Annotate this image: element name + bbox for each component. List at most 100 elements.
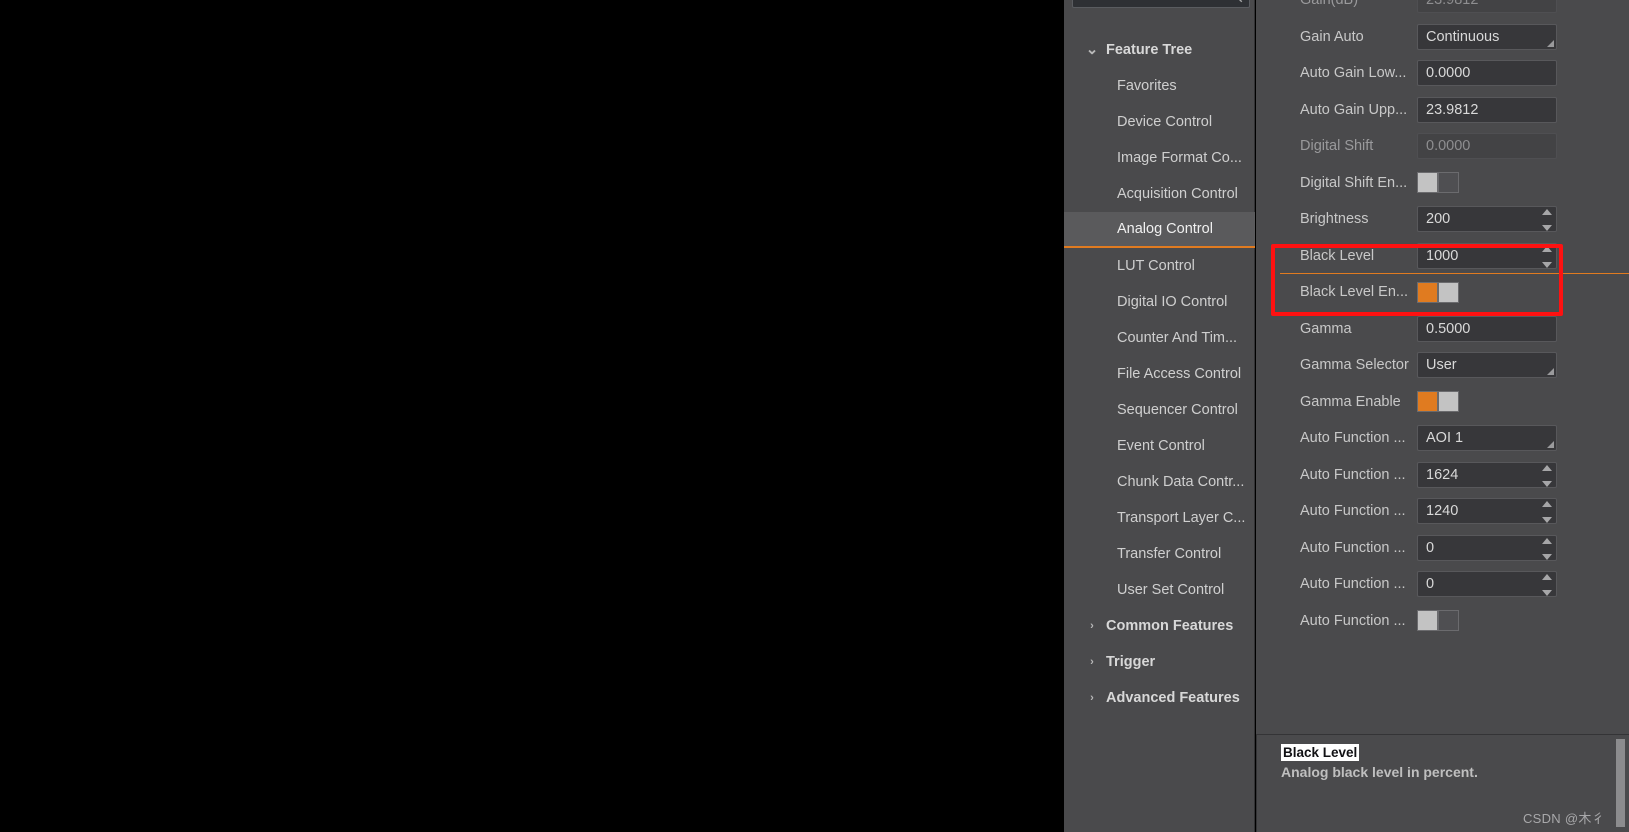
toggle-left-half[interactable] <box>1417 610 1438 632</box>
spinner-buttons[interactable] <box>1541 537 1553 560</box>
feature-search-input[interactable] <box>1072 0 1250 8</box>
sidebar-item-device-control[interactable]: Device Control <box>1064 104 1255 140</box>
spinner-down-icon[interactable] <box>1542 590 1552 597</box>
property-toggle[interactable] <box>1417 391 1459 413</box>
toggle-right-half[interactable] <box>1438 610 1459 632</box>
property-label: Auto Gain Low... <box>1300 65 1407 82</box>
spinner-up-icon[interactable] <box>1542 574 1552 581</box>
spinner-down-icon[interactable] <box>1542 480 1552 487</box>
toggle-right-half[interactable] <box>1438 281 1459 303</box>
toggle-left-half[interactable] <box>1417 172 1438 194</box>
property-label: Gamma <box>1300 320 1352 337</box>
property-dropdown[interactable]: User <box>1417 352 1557 379</box>
toggle-right-half[interactable] <box>1438 172 1459 194</box>
spinner-down-icon[interactable] <box>1542 517 1552 524</box>
spinner-up-icon[interactable] <box>1542 245 1552 252</box>
sidebar-item-label: File Access Control <box>1117 366 1242 382</box>
spinner-down-icon[interactable] <box>1542 225 1552 232</box>
description-scrollbar[interactable] <box>1616 739 1625 827</box>
description-title: Black Level <box>1281 744 1360 761</box>
spinner-down-icon[interactable] <box>1542 261 1552 268</box>
sidebar-item-label: User Set Control <box>1117 582 1225 598</box>
property-input[interactable]: 0.0000 <box>1417 60 1557 87</box>
property-row: Brightness 200 <box>1256 201 1629 238</box>
property-dropdown[interactable]: AOI 1 <box>1417 425 1557 452</box>
sidebar-item-counter-and-tim[interactable]: Counter And Tim... <box>1064 320 1255 356</box>
toggle-right-half[interactable] <box>1438 391 1459 413</box>
tree-group-feature-tree[interactable]: ⌄ Feature Tree <box>1064 32 1255 68</box>
property-input[interactable]: 23.9812 <box>1417 96 1557 123</box>
property-label: Gamma Selector <box>1300 357 1409 374</box>
property-label: Digital Shift En... <box>1300 174 1408 191</box>
description-scrollbar-thumb[interactable] <box>1616 739 1625 827</box>
property-input[interactable]: 0.5000 <box>1417 315 1557 342</box>
property-input[interactable]: 0 <box>1417 571 1557 598</box>
sidebar-item-sequencer-control[interactable]: Sequencer Control <box>1064 392 1255 428</box>
sidebar-item-event-control[interactable]: Event Control <box>1064 428 1255 464</box>
chevron-down-icon: ⌄ <box>1085 41 1099 58</box>
property-row: Gain Auto Continuous <box>1256 19 1629 56</box>
feature-tree-list: ⌄ Feature Tree Favorites Device Control Imag… <box>1064 32 1255 716</box>
sidebar-item-chunk-data-contr[interactable]: Chunk Data Contr... <box>1064 464 1255 500</box>
property-input[interactable]: 1240 <box>1417 498 1557 525</box>
spinner-buttons[interactable] <box>1541 245 1553 268</box>
sidebar-item-transfer-control[interactable]: Transfer Control <box>1064 536 1255 572</box>
sidebar-item-label: Device Control <box>1117 114 1213 130</box>
property-label: Auto Function ... <box>1300 466 1406 483</box>
sidebar-item-file-access-control[interactable]: File Access Control <box>1064 356 1255 392</box>
spinner-down-icon[interactable] <box>1542 553 1552 560</box>
toggle-left-half[interactable] <box>1417 391 1438 413</box>
application-window: ⌄ Feature Tree Favorites Device Control Imag… <box>0 0 1629 832</box>
property-input[interactable]: 200 <box>1417 206 1557 233</box>
tree-group-trigger[interactable]: › Trigger <box>1064 644 1255 680</box>
feature-tree-panel: ⌄ Feature Tree Favorites Device Control Imag… <box>1064 0 1255 832</box>
property-value: User <box>1426 357 1457 374</box>
property-value: 0.5000 <box>1426 320 1471 337</box>
property-row: Gain(dB) 23.9812 <box>1256 0 1629 19</box>
property-toggle[interactable] <box>1417 281 1459 303</box>
property-label: Brightness <box>1300 211 1369 228</box>
tree-group-common-features[interactable]: › Common Features <box>1064 608 1255 644</box>
property-row: Black Level 1000 <box>1256 238 1629 275</box>
spinner-buttons[interactable] <box>1541 574 1553 597</box>
property-value: 0 <box>1426 539 1435 556</box>
property-row: Auto Gain Low... 0.0000 <box>1256 55 1629 92</box>
image-viewport[interactable] <box>0 0 1064 832</box>
sidebar-item-favorites[interactable]: Favorites <box>1064 68 1255 104</box>
property-row: Auto Function ... 0 <box>1256 566 1629 603</box>
property-rows: Gain(dB) 23.9812 Gain Auto Continuous Auto G… <box>1256 0 1629 639</box>
property-label: Auto Function ... <box>1300 503 1406 520</box>
spinner-up-icon[interactable] <box>1542 537 1552 544</box>
property-toggle[interactable] <box>1417 172 1459 194</box>
toggle-left-half[interactable] <box>1417 281 1438 303</box>
property-row: Gamma Selector User <box>1256 347 1629 384</box>
spinner-buttons[interactable] <box>1541 464 1553 487</box>
property-input[interactable]: 0 <box>1417 534 1557 561</box>
property-input: 0.0000 <box>1417 133 1557 160</box>
tree-group-advanced-features[interactable]: › Advanced Features <box>1064 680 1255 716</box>
property-label: Black Level <box>1300 247 1375 264</box>
spinner-up-icon[interactable] <box>1542 464 1552 471</box>
spinner-buttons[interactable] <box>1541 501 1553 524</box>
sidebar-item-analog-control[interactable]: Analog Control <box>1064 212 1255 248</box>
sidebar-item-user-set-control[interactable]: User Set Control <box>1064 572 1255 608</box>
sidebar-item-acquisition-control[interactable]: Acquisition Control <box>1064 176 1255 212</box>
spinner-up-icon[interactable] <box>1542 501 1552 508</box>
property-value: 0.0000 <box>1426 65 1471 82</box>
property-label: Auto Function ... <box>1300 612 1406 629</box>
sidebar-item-transport-layer-c[interactable]: Transport Layer C... <box>1064 500 1255 536</box>
description-text: Analog black level in percent. <box>1281 764 1478 780</box>
sidebar-item-digital-io-control[interactable]: Digital IO Control <box>1064 284 1255 320</box>
property-dropdown[interactable]: Continuous <box>1417 23 1557 50</box>
tree-group-label: Common Features <box>1106 618 1234 634</box>
spinner-buttons[interactable] <box>1541 209 1553 232</box>
sidebar-item-label: Image Format Co... <box>1117 150 1242 166</box>
spinner-up-icon[interactable] <box>1542 209 1552 216</box>
sidebar-item-lut-control[interactable]: LUT Control <box>1064 248 1255 284</box>
property-value: 0 <box>1426 576 1435 593</box>
sidebar-item-image-format-co[interactable]: Image Format Co... <box>1064 140 1255 176</box>
property-label: Digital Shift <box>1300 138 1374 155</box>
property-input[interactable]: 1000 <box>1417 242 1557 269</box>
property-toggle[interactable] <box>1417 610 1459 632</box>
property-input[interactable]: 1624 <box>1417 461 1557 488</box>
